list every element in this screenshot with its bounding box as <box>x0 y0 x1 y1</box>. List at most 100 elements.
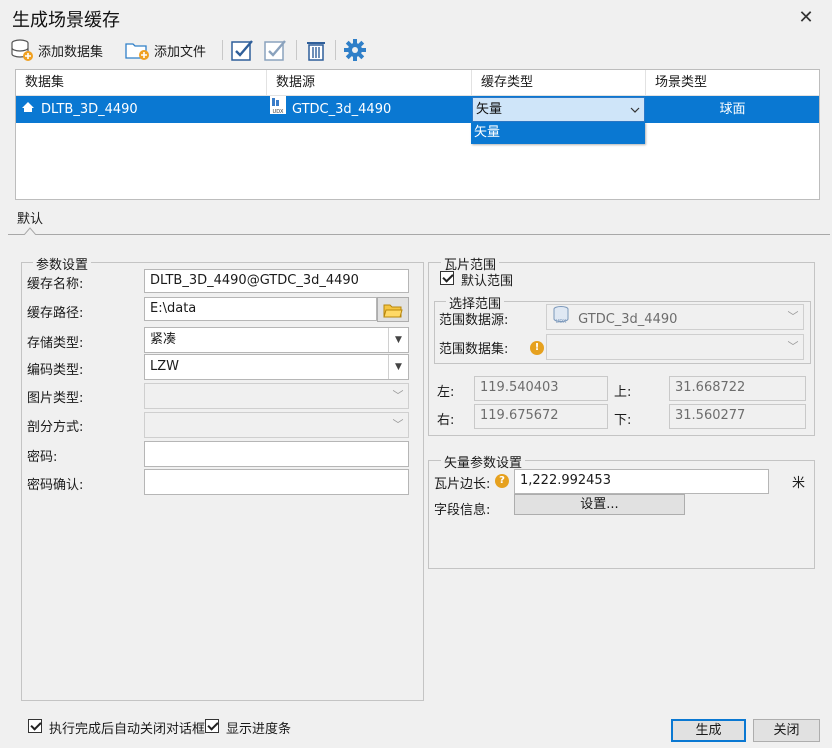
warning-icon: ! <box>530 341 544 355</box>
cache-type-value: 矢量 <box>476 102 503 117</box>
datasource-name: GTDC_3d_4490 <box>292 102 392 117</box>
password-input[interactable] <box>144 441 409 467</box>
column-header-cache-type[interactable]: 缓存类型 <box>472 70 646 96</box>
region-dataset-icon <box>21 96 35 123</box>
column-header-dataset[interactable]: 数据集 <box>16 70 267 96</box>
cell-dataset: DLTB_3D_4490 <box>21 96 266 123</box>
bottom-input[interactable]: 31.560277 <box>669 404 806 429</box>
chevron-down-icon: ﹀ <box>787 340 799 353</box>
help-icon[interactable]: ? <box>495 474 509 488</box>
field-info-label: 字段信息: <box>434 503 491 518</box>
delete-button[interactable] <box>304 36 328 64</box>
dataset-table: 数据集 数据源 缓存类型 场景类型 DLTB_3D_4490 UDX GTDC_… <box>15 69 820 200</box>
cache-type-select[interactable]: 矢量 <box>472 97 645 122</box>
check-all-icon <box>230 38 256 62</box>
toolbar: 添加数据集 添加文件 <box>0 36 832 66</box>
storage-type-value: 紧凑 <box>150 332 177 347</box>
tile-size-input[interactable]: 1,222.992453 <box>514 469 769 494</box>
dataset-name: DLTB_3D_4490 <box>41 102 138 117</box>
toolbar-separator <box>335 40 336 60</box>
cache-name-label: 缓存名称: <box>27 277 84 292</box>
show-progress-label: 显示进度条 <box>226 722 292 737</box>
dropdown-arrow-icon: ▼ <box>388 355 408 379</box>
encoding-type-label: 编码类型: <box>27 363 84 378</box>
folder-add-icon <box>124 38 150 62</box>
udbx-datasource-icon: UDX <box>552 305 570 334</box>
tile-size-label: 瓦片边长: <box>434 477 491 492</box>
chevron-down-icon: ﹀ <box>392 389 404 402</box>
toolbar-separator <box>296 40 297 60</box>
params-group-title: 参数设置 <box>33 254 92 273</box>
range-datasource-value: GTDC_3d_4490 <box>578 312 678 327</box>
split-mode-label: 剖分方式: <box>27 420 84 435</box>
left-input[interactable]: 119.540403 <box>474 376 608 401</box>
close-icon[interactable]: ✕ <box>794 6 818 30</box>
svg-text:UDX: UDX <box>273 109 285 115</box>
add-dataset-button[interactable]: 添加数据集 <box>10 36 103 64</box>
toolbar-separator <box>222 40 223 60</box>
tab-default[interactable]: 默认 <box>17 208 43 227</box>
cache-name-input[interactable]: DLTB_3D_4490@GTDC_3d_4490 <box>144 269 409 293</box>
default-range-checkbox[interactable] <box>440 271 454 285</box>
cell-scene-type[interactable]: 球面 <box>646 96 819 123</box>
auto-close-label: 执行完成后自动关闭对话框 <box>49 722 206 737</box>
show-progress-checkbox[interactable] <box>205 719 219 733</box>
generate-button[interactable]: 生成 <box>671 719 746 742</box>
password-label: 密码: <box>27 450 58 465</box>
default-range-label: 默认范围 <box>461 274 514 289</box>
folder-open-icon <box>383 304 403 323</box>
tab-divider <box>8 234 830 235</box>
uncheck-icon <box>263 38 289 62</box>
cache-path-input[interactable]: E:\data <box>144 297 377 321</box>
select-all-button[interactable] <box>230 36 256 64</box>
split-mode-select[interactable]: ﹀ <box>144 412 409 438</box>
add-file-label: 添加文件 <box>154 44 207 60</box>
tile-size-unit: 米 <box>792 476 806 491</box>
browse-folder-button[interactable] <box>377 297 409 322</box>
chevron-down-icon: ﹀ <box>392 418 404 431</box>
image-type-label: 图片类型: <box>27 391 84 406</box>
unselect-button[interactable] <box>263 36 289 64</box>
field-info-settings-button[interactable]: 设置... <box>514 494 685 515</box>
password-confirm-label: 密码确认: <box>27 478 84 493</box>
table-row[interactable]: DLTB_3D_4490 UDX GTDC_3d_4490 矢量 球面 <box>16 95 819 125</box>
storage-type-label: 存储类型: <box>27 336 84 351</box>
range-datasource-label: 范围数据源: <box>439 313 509 328</box>
settings-button[interactable] <box>343 36 367 64</box>
tab-indicator <box>24 227 36 235</box>
password-confirm-input[interactable] <box>144 469 409 495</box>
top-label: 上: <box>614 385 632 400</box>
close-button[interactable]: 关闭 <box>753 719 820 742</box>
window-title: 生成场景缓存 <box>12 10 120 31</box>
right-label: 右: <box>437 413 455 428</box>
dropdown-arrow-icon: ▼ <box>388 328 408 352</box>
delete-icon <box>304 38 328 62</box>
range-dataset-select[interactable]: ﹀ <box>546 334 804 360</box>
cell-datasource: UDX GTDC_3d_4490 <box>269 95 469 125</box>
database-add-icon <box>10 38 34 62</box>
storage-type-select[interactable]: 紧凑 ▼ <box>144 327 409 353</box>
range-datasource-select[interactable]: UDX GTDC_3d_4490 ﹀ <box>546 304 804 330</box>
encoding-type-select[interactable]: LZW ▼ <box>144 354 409 380</box>
udbx-datasource-icon: UDX <box>269 95 287 125</box>
image-type-select[interactable]: ﹀ <box>144 383 409 409</box>
left-label: 左: <box>437 385 455 400</box>
add-file-button[interactable]: 添加文件 <box>124 36 206 64</box>
auto-close-checkbox[interactable] <box>28 719 42 733</box>
column-header-scene-type[interactable]: 场景类型 <box>646 70 819 96</box>
bottom-label: 下: <box>614 413 632 428</box>
settings-icon <box>343 38 367 62</box>
vector-params-title: 矢量参数设置 <box>441 452 526 471</box>
column-header-datasource[interactable]: 数据源 <box>267 70 472 96</box>
table-header: 数据集 数据源 缓存类型 场景类型 <box>16 70 819 96</box>
add-dataset-label: 添加数据集 <box>38 44 104 60</box>
cache-path-label: 缓存路径: <box>27 306 84 321</box>
encoding-type-value: LZW <box>150 359 180 374</box>
cache-type-option[interactable]: 矢量 <box>471 122 645 144</box>
svg-text:UDX: UDX <box>556 319 568 325</box>
right-input[interactable]: 119.675672 <box>474 404 608 429</box>
chevron-down-icon: ﹀ <box>787 310 799 323</box>
top-input[interactable]: 31.668722 <box>669 376 806 401</box>
title-bar: 生成场景缓存 ✕ <box>0 0 832 36</box>
range-dataset-label: 范围数据集: <box>439 342 509 357</box>
